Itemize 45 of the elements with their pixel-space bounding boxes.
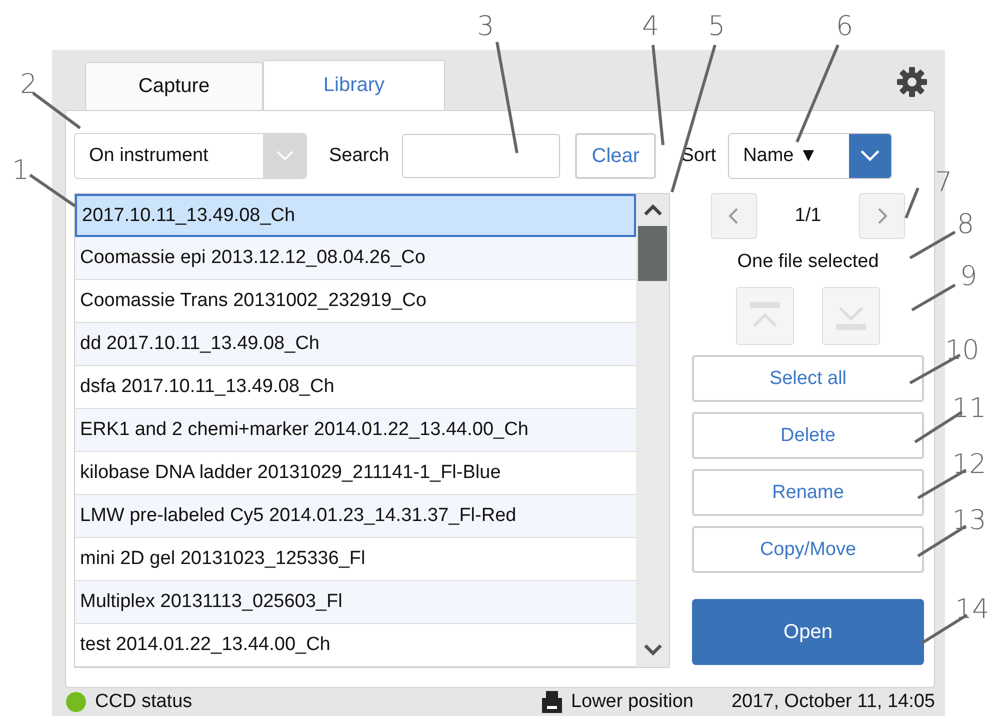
callout-number: 2 [20,70,38,100]
leader-line [32,92,81,130]
tab[interactable]: Library [263,60,445,110]
action-button[interactable]: Rename [692,469,924,516]
action-button[interactable]: Delete [692,412,924,459]
file-row[interactable]: Multiplex 20131113_025603_Fl [75,581,636,624]
printer-icon [542,691,562,713]
callout-number: 4 [642,12,660,42]
previous-page-button[interactable] [710,193,756,239]
search-field[interactable] [402,134,560,178]
open-button[interactable]: Open [692,599,924,665]
next-page-button[interactable] [859,193,906,239]
callout-number: 1 [12,156,30,186]
callout-number: 7 [935,168,952,198]
file-row[interactable]: test 2014.01.22_13.44.00_Ch [75,624,636,667]
scrollbar[interactable] [636,194,669,667]
ccd-status-label: CCD status [95,691,192,713]
search-label: Search [329,145,390,167]
file-row[interactable]: Coomassie epi 2013.12.12_08.04.26_Co [75,237,636,280]
file-row[interactable]: 2017.10.11_13.49.08_Ch [75,194,636,237]
leader-line [911,284,956,312]
clear-button[interactable]: Clear [575,133,656,179]
leader-line [909,230,956,260]
selection-status: One file selected [737,251,879,273]
leader-line [29,174,76,208]
settings-icon[interactable] [896,66,928,98]
callout-number: 6 [836,12,854,42]
position-status: Lower position [570,691,694,713]
callout-number: 11 [952,394,986,424]
tab[interactable]: Capture [85,62,263,110]
location-dropdown[interactable]: On instrument [74,133,307,179]
leader-line [904,187,920,219]
file-row[interactable]: LMW pre-labeled Cy5 2014.01.23_14.31.37_Fl-Red [75,495,636,538]
callout-number: 3 [477,12,494,42]
page-indicator: 1/1 [794,205,822,227]
sort-dropdown[interactable]: Name ▼ [728,133,892,179]
file-row[interactable]: ERK1 and 2 chemi+marker 2014.01.22_13.44.00_Ch [75,409,636,452]
callout-number: 8 [957,210,974,240]
action-button[interactable]: Copy/Move [692,526,924,573]
scroll-thumb[interactable] [638,226,667,281]
date-time: 2017, October 11, 14:05 [731,691,935,713]
callout-number: 5 [708,12,726,42]
file-row[interactable]: dd 2017.10.11_13.49.08_Ch [75,323,636,366]
callout-number: 9 [960,262,978,292]
action-button[interactable]: Select all [692,355,924,402]
